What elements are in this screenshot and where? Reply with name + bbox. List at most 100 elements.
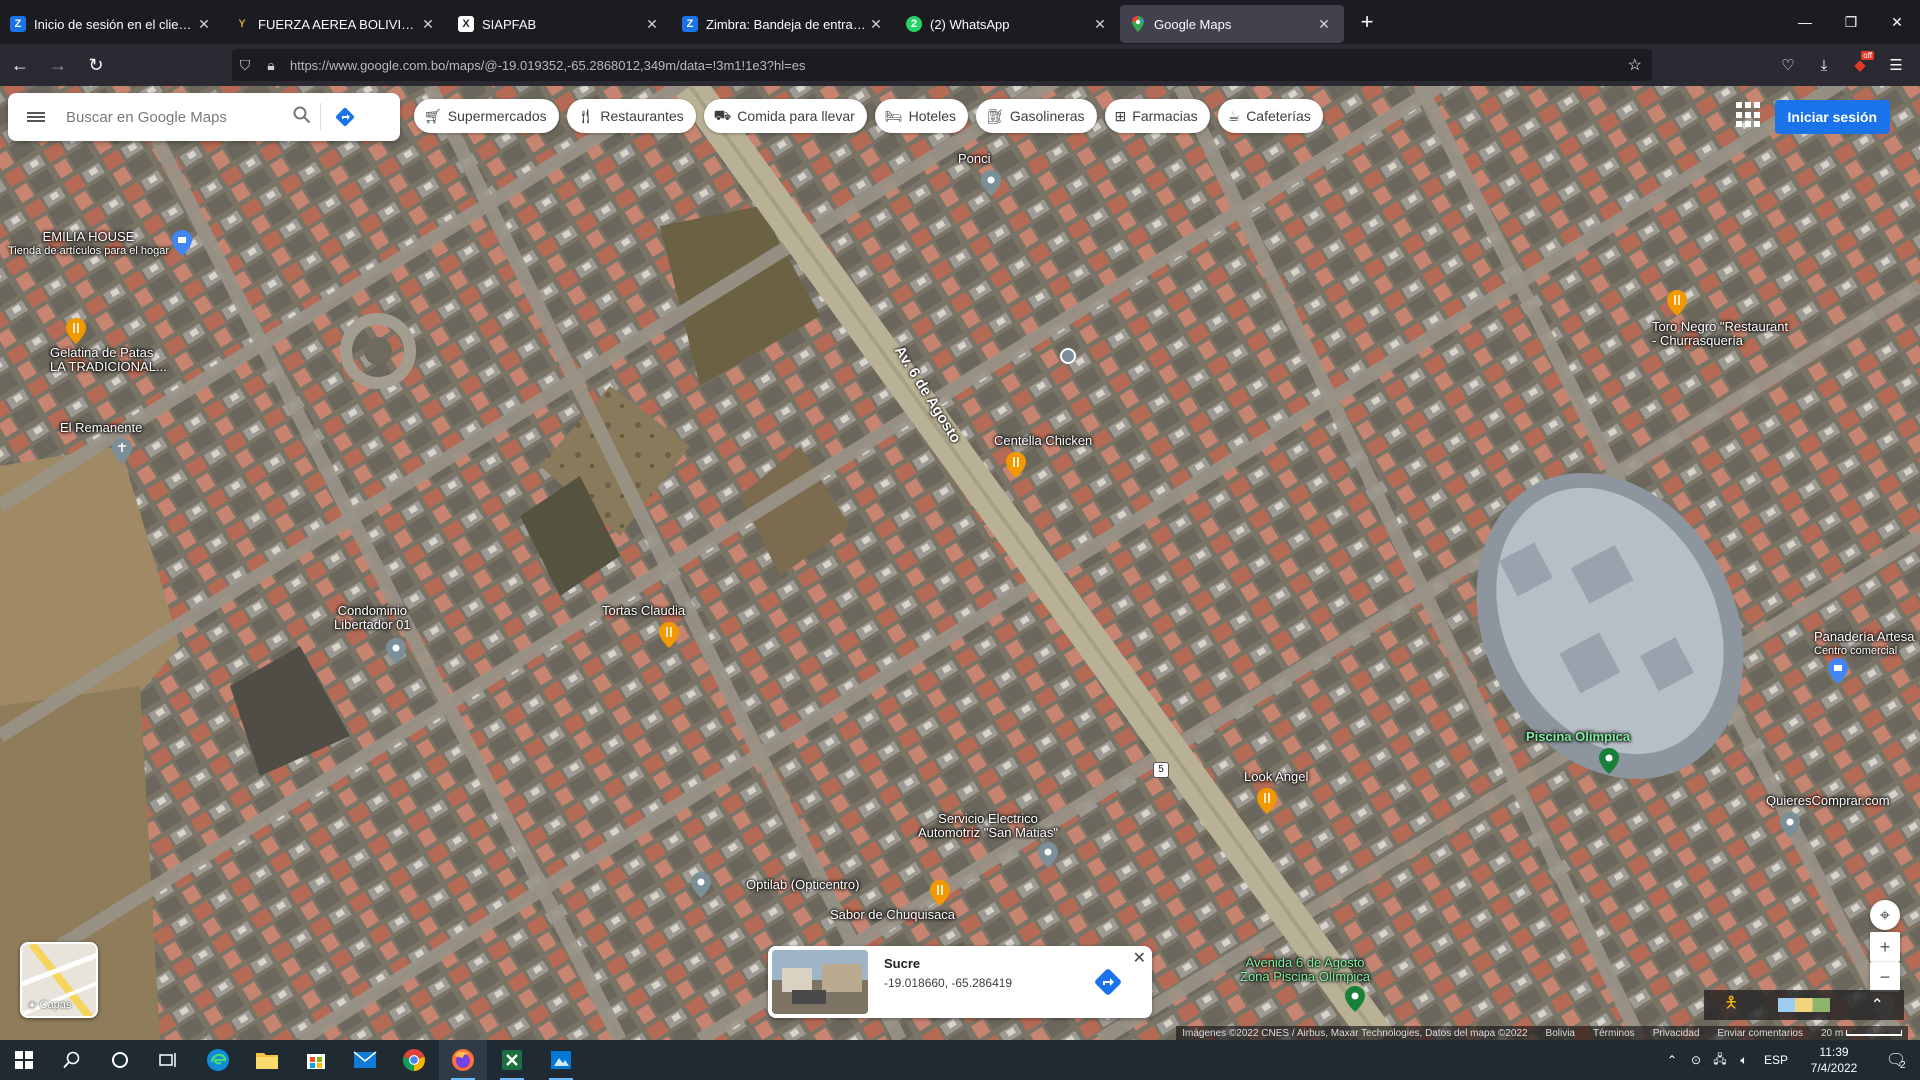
browser-tab[interactable]: Y FUERZA AEREA BOLIVIANA ✕ bbox=[224, 5, 448, 43]
bookmark-star-icon[interactable]: ☆ bbox=[1628, 55, 1642, 75]
language-indicator[interactable]: ESP bbox=[1756, 1053, 1796, 1067]
file-explorer-icon[interactable] bbox=[243, 1040, 291, 1080]
cortana-icon[interactable] bbox=[96, 1040, 144, 1080]
chevron-up-icon[interactable]: ⌃ bbox=[1660, 1053, 1684, 1067]
layers-button[interactable]: ◈ Capas bbox=[20, 942, 98, 1018]
browser-tab[interactable]: Z Inicio de sesión en el cliente web ✕ bbox=[0, 5, 224, 43]
chevron-up-icon[interactable]: ⌃ bbox=[1870, 995, 1883, 1015]
restaurant-pin-icon[interactable] bbox=[1667, 290, 1687, 316]
new-tab-button[interactable]: + bbox=[1350, 5, 1384, 39]
restaurant-pin-icon[interactable] bbox=[659, 622, 679, 648]
shopping-pin-icon[interactable] bbox=[1828, 658, 1848, 684]
close-icon[interactable]: ✕ bbox=[194, 16, 214, 33]
directions-icon[interactable] bbox=[320, 103, 368, 131]
chip-restaurantes[interactable]: 🍴︎ Restaurantes bbox=[566, 99, 696, 133]
search-icon[interactable] bbox=[48, 1040, 96, 1080]
close-icon[interactable]: ✕ bbox=[1090, 16, 1110, 33]
chrome-icon[interactable] bbox=[390, 1040, 438, 1080]
clock[interactable]: 11:39 7/4/2022 bbox=[1796, 1044, 1872, 1076]
menu-icon[interactable]: ☰ bbox=[1878, 49, 1914, 81]
place-emilia-house[interactable]: EMILIA HOUSE Tienda de artículos para el … bbox=[8, 230, 169, 258]
close-icon[interactable]: ✕ bbox=[642, 16, 662, 33]
place-el-remanente[interactable]: El Remanente bbox=[60, 421, 142, 435]
place-look-angel[interactable]: Look Angel bbox=[1244, 770, 1308, 784]
place-optilab[interactable]: Optilab (Opticentro) bbox=[746, 878, 859, 892]
country-link[interactable]: Bolivia bbox=[1546, 1028, 1575, 1039]
map-pin-icon[interactable] bbox=[112, 438, 132, 464]
chip-supermercados[interactable]: 🛒︎ Supermercados bbox=[414, 99, 559, 133]
place-condominio-libertador[interactable]: Condominio Libertador 01 bbox=[334, 604, 411, 632]
close-icon[interactable]: ✕ bbox=[866, 16, 886, 33]
map-pin-icon[interactable] bbox=[1780, 812, 1800, 838]
chip-cafeterias[interactable]: ☕︎ Cafeterías bbox=[1217, 99, 1323, 133]
restore-button[interactable]: ❐ bbox=[1828, 0, 1874, 44]
windows-start-icon[interactable] bbox=[0, 1040, 48, 1080]
map-pin-icon[interactable] bbox=[981, 170, 1001, 196]
place-avenida-6-de-agosto[interactable]: Avenida 6 de Agosto Zona Piscina Olímpica bbox=[1240, 956, 1370, 984]
downloads-icon[interactable]: ⤓ bbox=[1806, 49, 1842, 81]
map-pin-icon[interactable] bbox=[386, 638, 406, 664]
location-coords[interactable]: -19.018660, -65.286419 bbox=[884, 976, 1012, 990]
map-thumbnails-icon[interactable] bbox=[1778, 998, 1831, 1012]
close-icon[interactable]: ✕ bbox=[1133, 948, 1146, 968]
terms-link[interactable]: Términos bbox=[1593, 1028, 1635, 1039]
place-piscina-olimpica[interactable]: Piscina Olímpica bbox=[1526, 730, 1630, 744]
map-pin-icon[interactable] bbox=[1038, 842, 1058, 868]
search-input[interactable] bbox=[64, 107, 284, 127]
scale-bar[interactable]: 20 m bbox=[1821, 1028, 1902, 1039]
url-text[interactable]: https://www.google.com.bo/maps/@-19.0193… bbox=[290, 58, 805, 73]
forward-button[interactable]: → bbox=[40, 49, 76, 81]
close-window-button[interactable]: ✕ bbox=[1874, 0, 1920, 44]
excel-icon[interactable] bbox=[488, 1040, 536, 1080]
signin-button[interactable]: Iniciar sesión bbox=[1774, 100, 1890, 134]
bluetooth-icon[interactable]: ⊙ bbox=[1684, 1053, 1708, 1067]
shield-icon[interactable]: ⛉ bbox=[232, 57, 258, 74]
network-icon[interactable]: 🖧︎ bbox=[1708, 1050, 1732, 1071]
pocket-icon[interactable]: ♡ bbox=[1770, 49, 1806, 81]
map-canvas[interactable]: 🛒︎Supermercados 🍴︎Restaurantes ⛟Comida p… bbox=[0, 86, 1920, 1040]
menu-icon[interactable] bbox=[8, 93, 64, 141]
notifications-button[interactable]: 🗨︎ 2 bbox=[1872, 1040, 1920, 1080]
park-pin-icon[interactable] bbox=[1345, 986, 1365, 1012]
edge-icon[interactable] bbox=[194, 1040, 242, 1080]
restaurant-pin-icon[interactable] bbox=[1257, 788, 1277, 814]
restaurant-pin-icon[interactable] bbox=[930, 880, 950, 906]
address-bar[interactable]: ⛉ 🔒︎ https://www.google.com.bo/maps/@-19… bbox=[232, 49, 1652, 81]
speaker-icon[interactable]: 🔈︎ bbox=[1732, 1053, 1756, 1068]
map-dot-icon[interactable] bbox=[1060, 348, 1076, 364]
zoom-out-button[interactable]: − bbox=[1870, 962, 1900, 992]
shopping-pin-icon[interactable] bbox=[172, 230, 192, 256]
place-servicio-electrico[interactable]: Servicio Electrico Automotriz "San Matias… bbox=[918, 812, 1058, 840]
place-quierescomprar[interactable]: QuieresComprar.com bbox=[1766, 794, 1890, 808]
search-icon[interactable] bbox=[284, 106, 320, 129]
store-icon[interactable] bbox=[292, 1040, 340, 1080]
place-gelatina-de-patas[interactable]: Gelatina de Patas LA TRADICIONAL... bbox=[50, 346, 167, 374]
reload-button[interactable]: ↻ bbox=[78, 49, 114, 81]
privacy-link[interactable]: Privacidad bbox=[1653, 1028, 1700, 1039]
place-sabor-de-chuquisaca[interactable]: Sabor de Chuquisaca bbox=[830, 908, 955, 922]
back-button[interactable]: ← bbox=[2, 49, 38, 81]
directions-icon[interactable] bbox=[1092, 966, 1124, 998]
browser-tab[interactable]: 2 (2) WhatsApp ✕ bbox=[896, 5, 1120, 43]
map-pin-icon[interactable] bbox=[691, 872, 711, 898]
lock-icon[interactable]: 🔒︎ bbox=[258, 57, 284, 74]
browser-tab-active[interactable]: Google Maps ✕ bbox=[1120, 5, 1344, 43]
chip-comida-para-llevar[interactable]: ⛟ Comida para llevar bbox=[703, 99, 867, 133]
close-icon[interactable]: ✕ bbox=[1314, 16, 1334, 33]
place-ponci[interactable]: Ponci bbox=[958, 152, 991, 166]
location-info-card[interactable]: Sucre -19.018660, -65.286419 ✕ bbox=[768, 946, 1152, 1018]
chip-farmacias[interactable]: ⊞ Farmacias bbox=[1104, 99, 1210, 133]
place-tortas-claudia[interactable]: Tortas Claudia bbox=[602, 604, 685, 618]
pegman-icon[interactable]: 🯅 bbox=[1724, 992, 1738, 1019]
browser-tab[interactable]: X SIAPFAB ✕ bbox=[448, 5, 672, 43]
chip-hoteles[interactable]: 🛏︎ Hoteles bbox=[874, 99, 969, 133]
street-view-thumbnail[interactable] bbox=[772, 950, 868, 1014]
google-apps-icon[interactable] bbox=[1736, 102, 1762, 128]
extension-icon[interactable]: ◆ off bbox=[1842, 49, 1878, 81]
place-centella-chicken[interactable]: Centella Chicken bbox=[994, 434, 1092, 448]
close-icon[interactable]: ✕ bbox=[418, 16, 438, 33]
place-toro-negro[interactable]: Toro Negro "Restaurant - Churrasquería bbox=[1652, 320, 1788, 348]
minimize-button[interactable]: — bbox=[1782, 0, 1828, 44]
my-location-button[interactable]: ⌖ bbox=[1870, 900, 1900, 930]
mail-icon[interactable] bbox=[341, 1040, 389, 1080]
